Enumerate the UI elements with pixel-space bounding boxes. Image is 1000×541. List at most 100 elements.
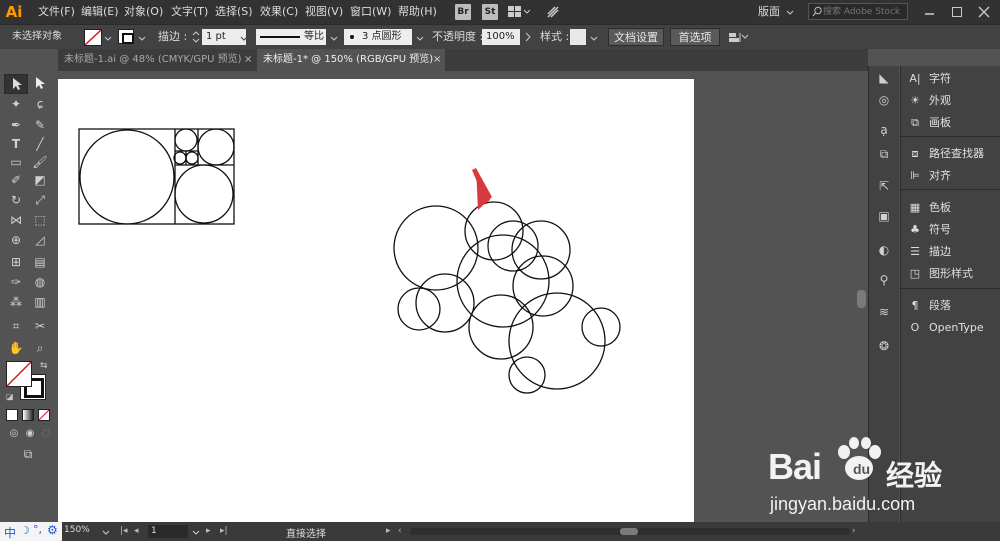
draw-normal-icon[interactable]: ◎ [6,426,22,442]
chevron-down-icon[interactable] [138,33,146,46]
direct-selection-tool[interactable] [32,74,48,92]
panel-swatches[interactable]: ▦ 色板 [907,198,951,218]
opacity-input[interactable]: 100% [482,29,520,45]
tab-document-2[interactable]: 未标题-1* @ 150% (RGB/GPU 预览) × [257,49,445,71]
menu-type[interactable]: 文字(T) [171,0,208,24]
transparency-icon[interactable]: ▣ [876,208,892,224]
chevron-down-icon[interactable] [416,33,424,46]
free-transform-tool[interactable]: ⬚ [32,212,48,228]
scroll-left-icon[interactable]: ‹ [398,526,402,536]
status-menu-icon[interactable]: ▸ [386,526,391,536]
previous-artboard-icon[interactable]: ◂ [134,526,139,536]
chevron-down-icon[interactable] [192,527,200,540]
pen-tool[interactable]: ✒ [8,117,24,133]
type-tool[interactable]: T [8,136,24,152]
stock-search-field[interactable] [808,3,908,20]
slice-tool[interactable]: ✂ [32,318,48,334]
color-icon[interactable]: ◐ [876,242,892,258]
magic-wand-tool[interactable]: ✦ [8,96,24,112]
hand-tool[interactable]: ✋ [8,340,24,356]
image-trace-icon[interactable]: ◎ [876,92,892,108]
chevron-down-icon[interactable] [102,527,110,540]
graphic-style-swatch[interactable] [570,29,586,45]
layers-icon[interactable]: ≋ [876,304,892,320]
artboard-number-field[interactable]: 1 [148,525,188,538]
panel-graphic-styles[interactable]: ◳ 图形样式 [907,264,973,284]
menu-help[interactable]: 帮助(H) [398,0,437,24]
artboard-tool[interactable]: ⌗ [8,318,24,334]
rectangle-tool[interactable]: ▭ [8,154,24,170]
panel-align[interactable]: ⊫ 对齐 [907,166,951,186]
shaper-tool[interactable]: ✐ [8,172,24,188]
export-icon[interactable]: ⇱ [876,178,892,194]
eraser-tool[interactable]: ◩ [32,172,48,188]
minimize-icon[interactable] [924,6,936,21]
chevron-down-icon[interactable] [590,33,598,46]
ime-toolbar[interactable]: 中 ☽ °, ⚙ [0,522,62,541]
line-segment-tool[interactable]: ╱ [32,136,48,152]
none-mode-button[interactable] [38,409,50,421]
ime-mode[interactable]: 中 [4,524,16,541]
menu-select[interactable]: 选择(S) [215,0,253,24]
align-to-icon[interactable] [728,30,749,47]
menu-object[interactable]: 对象(O) [124,0,163,24]
perspective-grid-tool[interactable]: ◿ [32,232,48,248]
panel-appearance[interactable]: ☀ 外观 [907,91,951,111]
panel-symbols[interactable]: ♣ 符号 [907,220,951,240]
scrollbar-thumb[interactable] [857,290,866,308]
glyphs-icon[interactable]: ạ [876,122,892,138]
libraries-icon[interactable]: ❂ [876,338,892,354]
punctuation-icon[interactable]: °, [33,523,42,536]
menu-window[interactable]: 窗口(W) [350,0,391,24]
fill-color-box[interactable] [6,361,32,387]
links-icon[interactable]: ⧉ [876,146,892,162]
menu-view[interactable]: 视图(V) [305,0,343,24]
lasso-tool[interactable]: ɕ [32,96,48,112]
panel-pathfinder[interactable]: ⧈ 路径查找器 [907,144,985,164]
scale-tool[interactable]: ⤢ [32,192,48,208]
close-tab-icon[interactable]: × [433,49,441,71]
tab-document-1[interactable]: 未标题-1.ai @ 48% (CMYK/GPU 预览) × [58,49,256,71]
stepper-icon[interactable] [192,31,200,46]
variable-width-profile[interactable]: 等比 [256,29,326,45]
fill-swatch[interactable] [84,29,102,46]
panel-character[interactable]: A| 字符 [907,69,951,89]
panel-stroke[interactable]: ☰ 描边 [907,242,951,262]
chevron-down-icon[interactable] [330,33,338,46]
zoom-level[interactable]: 150% [64,525,90,535]
menu-edit[interactable]: 编辑(E) [81,0,119,24]
chevron-right-icon[interactable] [524,32,532,45]
menu-effect[interactable]: 效果(C) [260,0,298,24]
maximize-icon[interactable] [951,6,963,21]
shape-builder-tool[interactable]: ⊕ [8,232,24,248]
zoom-tool[interactable]: ⌕ [32,340,48,356]
gradient-mode-button[interactable] [22,409,34,421]
rotate-tool[interactable]: ↻ [8,192,24,208]
panel-opentype[interactable]: O OpenType [907,318,984,338]
color-guide-icon[interactable]: ◣ [876,70,892,86]
horizontal-scrollbar[interactable] [410,528,850,535]
symbol-sprayer-tool[interactable]: ⁂ [8,294,24,310]
draw-behind-icon[interactable]: ◉ [22,426,38,442]
stroke-swatch[interactable] [118,29,134,44]
curvature-tool[interactable]: ✎ [32,117,48,133]
next-artboard-icon[interactable]: ▸ [206,526,211,536]
last-artboard-icon[interactable]: ▸| [220,526,228,536]
search-input[interactable] [823,4,907,19]
scrollbar-thumb[interactable] [620,528,638,535]
gpu-performance-icon[interactable] [546,5,560,19]
swap-colors-icon[interactable]: ⇆ [40,361,48,371]
width-tool[interactable]: ⋈ [8,212,24,228]
menu-file[interactable]: 文件(F) [38,0,75,24]
preferences-button[interactable]: 首选项 [670,28,720,46]
scroll-right-icon[interactable]: › [852,526,856,536]
draw-inside-icon[interactable]: ◌ [38,426,54,442]
close-window-icon[interactable] [978,6,990,21]
bridge-button[interactable]: Br [455,4,471,20]
brush-definition[interactable]: 3 点圆形 [344,29,412,45]
stock-button[interactable]: St [482,4,498,20]
panel-artboards[interactable]: ⧉ 画板 [907,113,951,133]
arrange-documents-icon[interactable] [508,6,531,18]
artboard[interactable] [58,79,694,522]
blend-tool[interactable]: ◍ [32,274,48,290]
